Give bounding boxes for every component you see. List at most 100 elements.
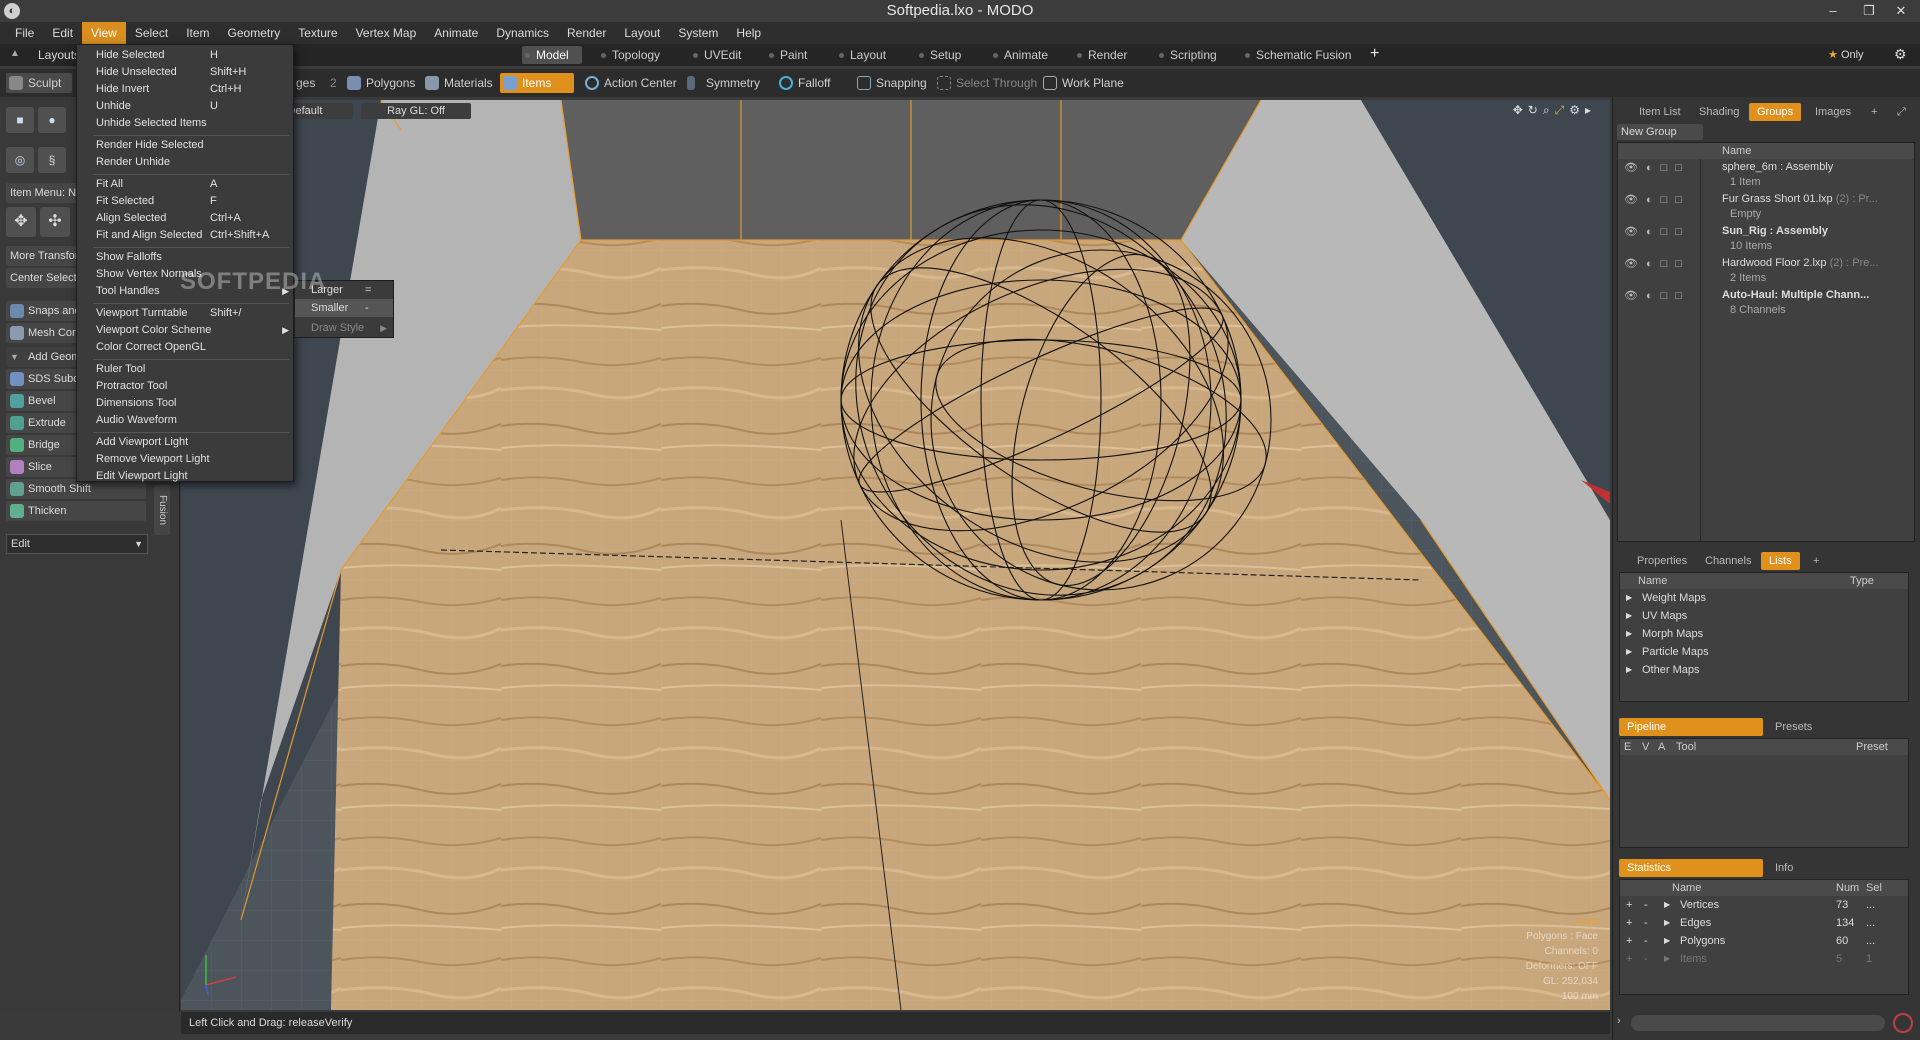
menu-hide-unselected[interactable]: Hide Unselected Shift+H — [77, 64, 293, 81]
tab-item-list[interactable]: Item List — [1631, 103, 1689, 121]
menu-remove-viewport-light[interactable]: Remove Viewport Light — [77, 451, 293, 468]
menu-render[interactable]: Render — [558, 22, 615, 44]
visibility-icons[interactable]: 👁◐□□ — [1624, 193, 1690, 208]
tab-paint[interactable]: Paint — [766, 46, 828, 64]
tab-schematic-fusion[interactable]: Schematic Fusion — [1242, 46, 1362, 64]
tab-statistics[interactable]: Statistics — [1619, 859, 1763, 877]
menu-draw-style[interactable]: Draw Style ▶ — [295, 319, 393, 337]
settings-icon[interactable]: ⚙ — [1569, 103, 1585, 117]
tab-groups[interactable]: Groups — [1749, 103, 1802, 121]
menu-fit-and-align-selected[interactable]: Fit and Align Selected Ctrl+Shift+A — [77, 227, 293, 244]
visibility-icons[interactable]: 👁◐□□ — [1624, 161, 1690, 176]
menu-render-hide-selected[interactable]: Render Hide Selected — [77, 137, 293, 154]
menu-protractor-tool[interactable]: Protractor Tool — [77, 378, 293, 395]
materials-mode-button[interactable]: Materials — [422, 73, 502, 93]
tab-setup[interactable]: Setup — [916, 46, 982, 64]
group-row[interactable]: 👁◐□□ sphere_6m : Assembly 1 Item — [1618, 159, 1914, 191]
add-tab-icon[interactable]: + — [1863, 103, 1885, 121]
tab-pipeline[interactable]: Pipeline — [1619, 718, 1763, 736]
collapse-icon[interactable]: ▲ — [10, 48, 20, 59]
menu-layout[interactable]: Layout — [615, 22, 669, 44]
snapping-button[interactable]: Snapping — [854, 73, 934, 93]
group-row[interactable]: 👁◐□□ Sun_Rig : Assembly 10 Items — [1618, 223, 1914, 255]
menu-unhide[interactable]: Unhide U — [77, 98, 293, 115]
visibility-icons[interactable]: 👁◐□□ — [1624, 225, 1690, 240]
cube-icon[interactable]: ■ — [6, 107, 34, 133]
menu-align-selected[interactable]: Align Selected Ctrl+A — [77, 210, 293, 227]
list-item-other-maps[interactable]: ▶ Other Maps — [1620, 661, 1908, 679]
record-icon[interactable] — [1893, 1013, 1913, 1033]
work-plane-button[interactable]: Work Plane — [1040, 73, 1130, 93]
edit-dropdown[interactable]: Edit ▼ — [6, 534, 148, 554]
sculpt-button[interactable]: Sculpt — [6, 73, 72, 93]
list-item-morph-maps[interactable]: ▶ Morph Maps — [1620, 625, 1908, 643]
group-row[interactable]: 👁◐□□ Hardwood Floor 2.lxp (2) : Pre... 2 I… — [1618, 255, 1914, 287]
stats-row-vertices[interactable]: + - ▶ Vertices 73... — [1620, 896, 1908, 914]
torus-icon[interactable]: ◎ — [6, 147, 34, 173]
group-row[interactable]: 👁◐□□ Auto-Haul: Multiple Chann... 8 Channe… — [1618, 287, 1914, 319]
tab-animate[interactable]: Animate — [990, 46, 1068, 64]
add-tab-icon[interactable]: + — [1805, 552, 1827, 570]
menu-select[interactable]: Select — [126, 22, 177, 44]
pan-icon[interactable]: ✥ — [1513, 103, 1528, 117]
zoom-icon[interactable]: ⌕ — [1543, 103, 1555, 117]
tab-info[interactable]: Info — [1767, 859, 1801, 877]
menu-edit-viewport-light[interactable]: Edit Viewport Light — [77, 468, 293, 482]
tab-uvedit[interactable]: UVEdit — [690, 46, 762, 64]
layouts-label[interactable]: Layouts — [38, 47, 80, 63]
tube-icon[interactable]: § — [38, 147, 66, 173]
tool-thicken[interactable]: Thicken — [6, 501, 146, 521]
menu-show-falloffs[interactable]: Show Falloffs — [77, 249, 293, 266]
list-item-uv-maps[interactable]: ▶ UV Maps — [1620, 607, 1908, 625]
menu-hide-invert[interactable]: Hide Invert Ctrl+H — [77, 81, 293, 98]
tab-images[interactable]: Images — [1807, 103, 1859, 121]
tab-render[interactable]: Render — [1074, 46, 1142, 64]
menu-viewport-turntable[interactable]: Viewport Turntable Shift+/ — [77, 305, 293, 322]
menu-animate[interactable]: Animate — [425, 22, 487, 44]
tab-presets[interactable]: Presets — [1767, 718, 1820, 736]
move-gizmo-icon[interactable]: ✥ — [6, 207, 36, 237]
fit-icon[interactable]: ⤢ — [1555, 103, 1570, 117]
symmetry-button[interactable]: Symmetry — [684, 73, 764, 93]
transform-gizmo-icon[interactable]: ✣ — [40, 207, 70, 237]
tab-shading[interactable]: Shading — [1691, 103, 1747, 121]
stats-row-edges[interactable]: + - ▶ Edges 134... — [1620, 914, 1908, 932]
tab-layout[interactable]: Layout — [836, 46, 906, 64]
menu-file[interactable]: File — [6, 22, 43, 44]
menu-ruler-tool[interactable]: Ruler Tool — [77, 361, 293, 378]
menu-render-unhide[interactable]: Render Unhide — [77, 154, 293, 171]
new-group-button[interactable]: New Group — [1617, 124, 1703, 140]
3d-viewport[interactable]: Default Ray GL: Off ✥↻⌕⤢⚙▸ room Polygons… — [181, 100, 1610, 1010]
menu-add-viewport-light[interactable]: Add Viewport Light — [77, 434, 293, 451]
menu-hide-selected[interactable]: Hide Selected H — [77, 47, 293, 64]
sphere-icon[interactable]: ● — [38, 107, 66, 133]
visibility-icons[interactable]: 👁◐□□ — [1624, 289, 1690, 304]
menu-dimensions-tool[interactable]: Dimensions Tool — [77, 395, 293, 412]
play-icon[interactable]: ▸ — [1585, 103, 1596, 117]
raygl-toggle[interactable]: Ray GL: Off — [361, 103, 471, 119]
stats-row-items[interactable]: + - ▶ Items 5 1 — [1620, 950, 1908, 968]
menu-color-correct-opengl[interactable]: Color Correct OpenGL — [77, 339, 293, 356]
menu-dynamics[interactable]: Dynamics — [487, 22, 558, 44]
menu-fit-all[interactable]: Fit All A — [77, 176, 293, 193]
add-tab-icon[interactable]: + — [1370, 45, 1379, 63]
menu-fit-selected[interactable]: Fit Selected F — [77, 193, 293, 210]
group-row[interactable]: 👁◐□□ Fur Grass Short 01.lxp (2) : Pr... Em… — [1618, 191, 1914, 223]
expand-icon[interactable]: ⤢ — [1889, 103, 1914, 121]
menu-viewport-color-scheme[interactable]: Viewport Color Scheme ▶ — [77, 322, 293, 339]
visibility-icons[interactable]: 👁◐□□ — [1624, 257, 1690, 272]
close-button[interactable]: ✕ — [1878, 0, 1920, 22]
list-item-particle-maps[interactable]: ▶ Particle Maps — [1620, 643, 1908, 661]
menu-smaller[interactable]: Smaller - — [295, 299, 393, 317]
menu-geometry[interactable]: Geometry — [219, 22, 290, 44]
tab-topology[interactable]: Topology — [598, 46, 678, 64]
tab-channels[interactable]: Channels — [1697, 552, 1759, 570]
select-through-button[interactable]: Select Through — [934, 73, 1038, 93]
menu-audio-waveform[interactable]: Audio Waveform — [77, 412, 293, 429]
menu-unhide-selected-items[interactable]: Unhide Selected Items — [77, 115, 293, 132]
menu-item[interactable]: Item — [177, 22, 218, 44]
menu-help[interactable]: Help — [727, 22, 770, 44]
menu-system[interactable]: System — [669, 22, 727, 44]
only-toggle[interactable]: ★ Only — [1828, 46, 1864, 64]
tab-scripting[interactable]: Scripting — [1156, 46, 1234, 64]
